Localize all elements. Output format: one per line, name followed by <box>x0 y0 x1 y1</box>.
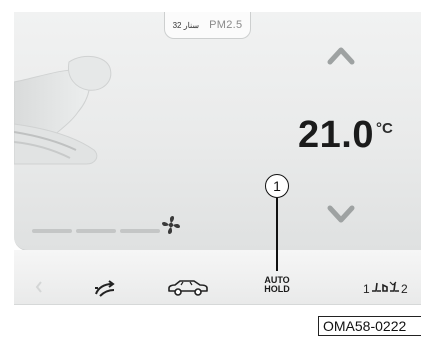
dual-zone-icon[interactable]: 1 2 <box>360 277 420 297</box>
svg-text:2: 2 <box>401 282 408 296</box>
seat-airflow-icon[interactable] <box>14 54 134 184</box>
fan-speed-segment <box>76 229 116 233</box>
air-quality-badge: 32 سنار PM2.5 <box>164 12 251 39</box>
figure-code: OMA58-0222 <box>318 316 421 336</box>
fan-speed-segment <box>120 229 160 233</box>
chevron-up-icon[interactable] <box>326 44 356 66</box>
air-recirculation-icon[interactable] <box>92 276 118 298</box>
auto-hold-label-line2: HOLD <box>264 284 290 294</box>
temperature-unit: °C <box>376 120 393 137</box>
callout-marker: 1 <box>265 174 289 198</box>
air-quality-value: 32 سنار <box>172 20 200 30</box>
chevron-left-icon <box>35 281 42 293</box>
auto-hold-button[interactable]: AUTO HOLD <box>260 276 294 294</box>
svg-text:1: 1 <box>363 282 370 296</box>
car-icon[interactable] <box>166 278 210 298</box>
fan-speed-segment <box>32 229 72 233</box>
fan-icon[interactable] <box>160 214 182 236</box>
figure: 32 سنار PM2.5 21.0 °C AUTO HOLD 1 2 1 OM… <box>0 0 421 350</box>
chevron-down-icon[interactable] <box>326 203 356 225</box>
air-quality-label: PM2.5 <box>209 19 243 31</box>
climate-screen: 32 سنار PM2.5 21.0 °C <box>14 12 421 251</box>
temperature-value: 21.0 <box>298 114 374 156</box>
callout-leader-line <box>276 198 278 271</box>
fan-speed-slider[interactable] <box>32 229 172 233</box>
